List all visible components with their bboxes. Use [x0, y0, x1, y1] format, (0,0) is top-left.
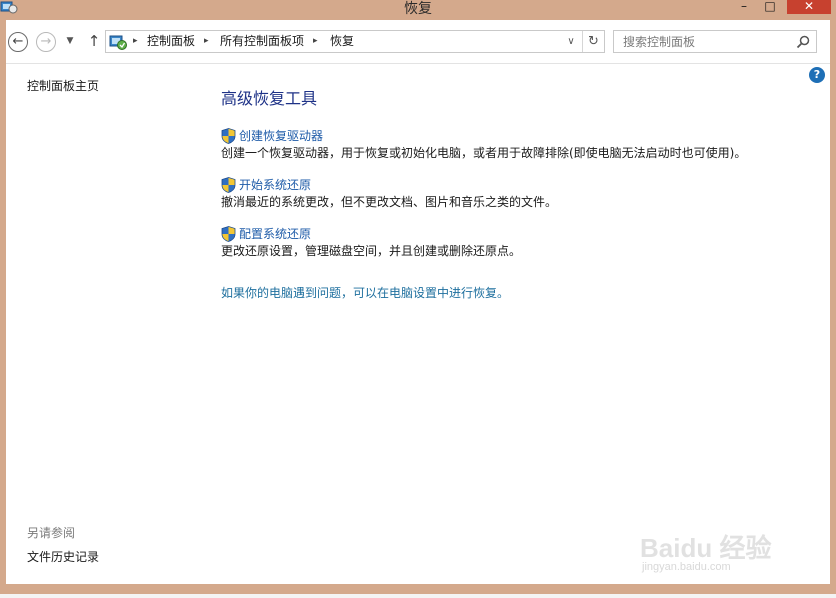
breadcrumb-separator[interactable]: ▸	[204, 31, 209, 52]
refresh-button[interactable]: ↻	[582, 31, 604, 52]
page-title: 高级恢复工具	[221, 89, 318, 108]
breadcrumb-control-panel[interactable]: 控制面板	[147, 31, 195, 52]
close-button[interactable]: ✕	[787, 0, 831, 14]
taskbar-edge	[0, 594, 836, 598]
task-link-label[interactable]: 配置系统还原	[239, 226, 311, 242]
content-area: ? 控制面板主页 另请参阅 文件历史记录 高级恢复工具 创建恢复驱动器 创建一个…	[6, 63, 830, 584]
uac-shield-icon	[221, 226, 236, 242]
create-recovery-drive-link[interactable]: 创建恢复驱动器	[221, 128, 323, 144]
control-panel-icon	[109, 35, 127, 50]
task-link-label[interactable]: 开始系统还原	[239, 177, 311, 193]
search-box[interactable]	[613, 30, 817, 53]
help-icon[interactable]: ?	[809, 67, 825, 83]
task-description: 撤消最近的系统更改，但不更改文档、图片和音乐之类的文件。	[221, 195, 558, 209]
file-history-link[interactable]: 文件历史记录	[27, 548, 99, 565]
address-bar[interactable]: ▸ 控制面板 ▸ 所有控制面板项 ▸ 恢复 ∨ ↻	[105, 30, 605, 53]
task-start-system-restore: 开始系统还原 撤消最近的系统更改，但不更改文档、图片和音乐之类的文件。	[221, 177, 781, 211]
see-also-heading: 另请参阅	[27, 526, 76, 540]
title-bar[interactable]: 恢复 – □ ✕	[0, 0, 836, 20]
window-title: 恢复	[404, 1, 432, 17]
breadcrumb-separator[interactable]: ▸	[313, 31, 318, 52]
search-icon[interactable]	[795, 34, 811, 50]
task-description: 创建一个恢复驱动器，用于恢复或初始化电脑，或者用于故障排除(即使电脑无法启动时也…	[221, 146, 747, 160]
breadcrumb-recovery[interactable]: 恢复	[330, 31, 354, 52]
task-description: 更改还原设置，管理磁盘空间，并且创建或删除还原点。	[221, 244, 522, 258]
address-dropdown-icon[interactable]: ∨	[564, 31, 578, 52]
control-panel-home-link[interactable]: 控制面板主页	[27, 77, 99, 94]
uac-shield-icon	[221, 177, 236, 193]
minimize-button[interactable]: –	[732, 0, 756, 14]
task-link-label[interactable]: 创建恢复驱动器	[239, 128, 323, 144]
configure-system-restore-link[interactable]: 配置系统还原	[221, 226, 311, 242]
back-button[interactable]: ←	[8, 32, 28, 52]
navigation-bar: ← → ▼ ↑ ▸ 控制面板 ▸ 所有控制面板项 ▸ 恢复 ∨ ↻	[6, 20, 830, 63]
recent-locations-button[interactable]: ▼	[64, 33, 76, 49]
maximize-button[interactable]: □	[758, 0, 782, 14]
search-input[interactable]	[614, 31, 794, 52]
up-button[interactable]: ↑	[86, 32, 102, 50]
task-configure-system-restore: 配置系统还原 更改还原设置，管理磁盘空间，并且创建或删除还原点。	[221, 226, 781, 260]
breadcrumb-all-items[interactable]: 所有控制面板项	[220, 31, 304, 52]
forward-button[interactable]: →	[36, 32, 56, 52]
start-system-restore-link[interactable]: 开始系统还原	[221, 177, 311, 193]
breadcrumb-separator: ▸	[133, 36, 138, 46]
task-create-recovery-drive: 创建恢复驱动器 创建一个恢复驱动器，用于恢复或初始化电脑，或者用于故障排除(即使…	[221, 128, 781, 162]
control-panel-window: 恢复 – □ ✕ ← → ▼ ↑ ▸ 控制面板 ▸ 所有控制面板项 ▸ 恢复 ∨…	[0, 0, 836, 598]
pc-settings-recovery-link[interactable]: 如果你的电脑遇到问题，可以在电脑设置中进行恢复。	[221, 284, 509, 301]
uac-shield-icon	[221, 128, 236, 144]
